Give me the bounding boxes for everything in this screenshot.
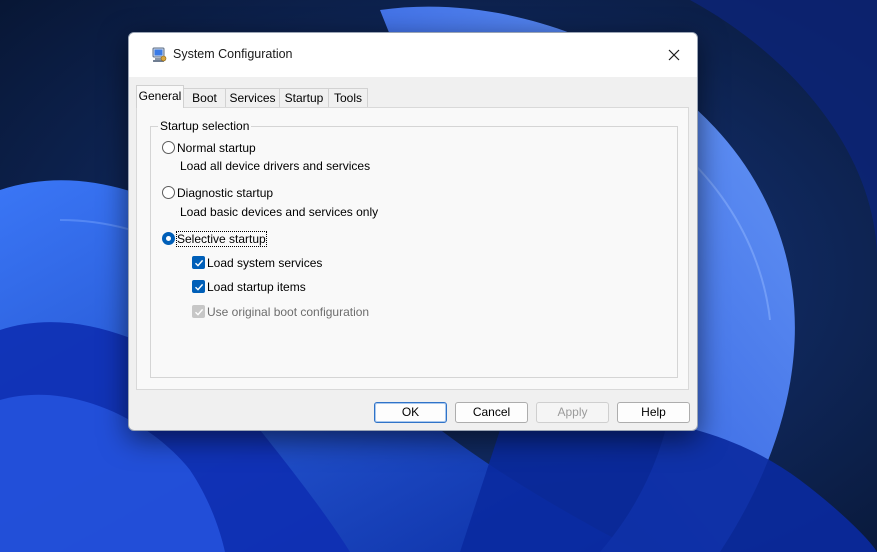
startup-selection-legend: Startup selection bbox=[158, 119, 252, 133]
normal-startup-description: Load all device drivers and services bbox=[180, 159, 371, 173]
selective-startup-label[interactable]: Selective startup bbox=[176, 231, 267, 247]
normal-startup-label[interactable]: Normal startup bbox=[177, 141, 256, 155]
apply-button: Apply bbox=[536, 402, 609, 423]
msconfig-computer-icon bbox=[151, 47, 167, 63]
system-configuration-dialog: System Configuration General Boot Servic… bbox=[128, 32, 698, 431]
close-icon bbox=[668, 49, 680, 61]
load-startup-items-checkbox[interactable] bbox=[192, 280, 205, 293]
window-title: System Configuration bbox=[173, 47, 293, 61]
checkmark-icon bbox=[194, 259, 203, 267]
tab-boot[interactable]: Boot bbox=[183, 88, 226, 107]
diagnostic-startup-label[interactable]: Diagnostic startup bbox=[177, 186, 273, 200]
diagnostic-startup-radio[interactable] bbox=[162, 186, 175, 199]
ok-button[interactable]: OK bbox=[374, 402, 447, 423]
normal-startup-radio[interactable] bbox=[162, 141, 175, 154]
load-startup-items-label[interactable]: Load startup items bbox=[207, 280, 306, 294]
tab-general[interactable]: General bbox=[136, 85, 184, 108]
load-system-services-label[interactable]: Load system services bbox=[207, 256, 322, 270]
tab-services[interactable]: Services bbox=[225, 88, 280, 107]
tab-startup[interactable]: Startup bbox=[279, 88, 329, 107]
close-button[interactable] bbox=[651, 33, 697, 77]
use-original-boot-config-checkbox bbox=[192, 305, 205, 318]
cancel-button[interactable]: Cancel bbox=[455, 402, 528, 423]
checkmark-icon bbox=[194, 308, 203, 316]
startup-selection-group: Startup selection Normal startup Load al… bbox=[150, 119, 678, 378]
use-original-boot-config-label: Use original boot configuration bbox=[207, 305, 370, 319]
checkmark-icon bbox=[194, 283, 203, 291]
tab-tools[interactable]: Tools bbox=[328, 88, 368, 107]
diagnostic-startup-description: Load basic devices and services only bbox=[180, 205, 379, 219]
help-button[interactable]: Help bbox=[617, 402, 690, 423]
load-system-services-checkbox[interactable] bbox=[192, 256, 205, 269]
selective-startup-radio[interactable] bbox=[162, 232, 175, 245]
title-bar[interactable]: System Configuration bbox=[129, 33, 697, 77]
general-tab-panel: Startup selection Normal startup Load al… bbox=[136, 107, 689, 390]
